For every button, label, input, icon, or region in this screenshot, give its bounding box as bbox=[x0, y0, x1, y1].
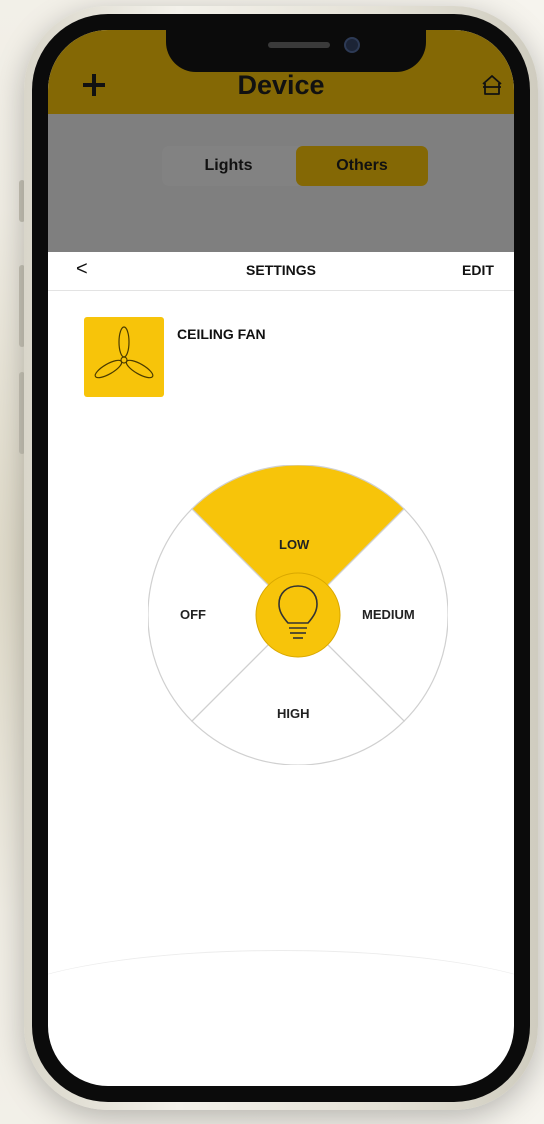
tab-section: Lights Others bbox=[48, 114, 514, 252]
segmented-control: Lights Others bbox=[162, 146, 428, 186]
settings-title: SETTINGS bbox=[245, 262, 316, 278]
speed-label-low: LOW bbox=[279, 537, 310, 552]
speed-label-off: OFF bbox=[180, 607, 206, 622]
edit-button[interactable]: EDIT bbox=[462, 262, 494, 278]
device-name: CEILING FAN bbox=[177, 326, 266, 342]
page-title: Device bbox=[237, 70, 325, 100]
speed-label-medium: MEDIUM bbox=[362, 607, 415, 622]
screen-reflection bbox=[48, 950, 514, 1071]
front-camera bbox=[344, 37, 360, 53]
home-icon[interactable] bbox=[480, 74, 504, 96]
speed-label-high: HIGH bbox=[277, 706, 310, 721]
tab-others[interactable]: Others bbox=[296, 146, 428, 186]
speaker-grille bbox=[268, 42, 330, 48]
phone-notch bbox=[166, 30, 426, 72]
phone-screen: Device Lights Others < SETTINGS EDIT CEI… bbox=[48, 30, 514, 1086]
settings-navbar: < SETTINGS EDIT bbox=[48, 252, 514, 291]
fan-speed-dial: LOW MEDIUM HIGH OFF bbox=[147, 464, 449, 766]
ceiling-fan-tile[interactable] bbox=[84, 317, 164, 397]
ceiling-fan-icon bbox=[94, 326, 154, 379]
tab-lights[interactable]: Lights bbox=[162, 146, 295, 186]
